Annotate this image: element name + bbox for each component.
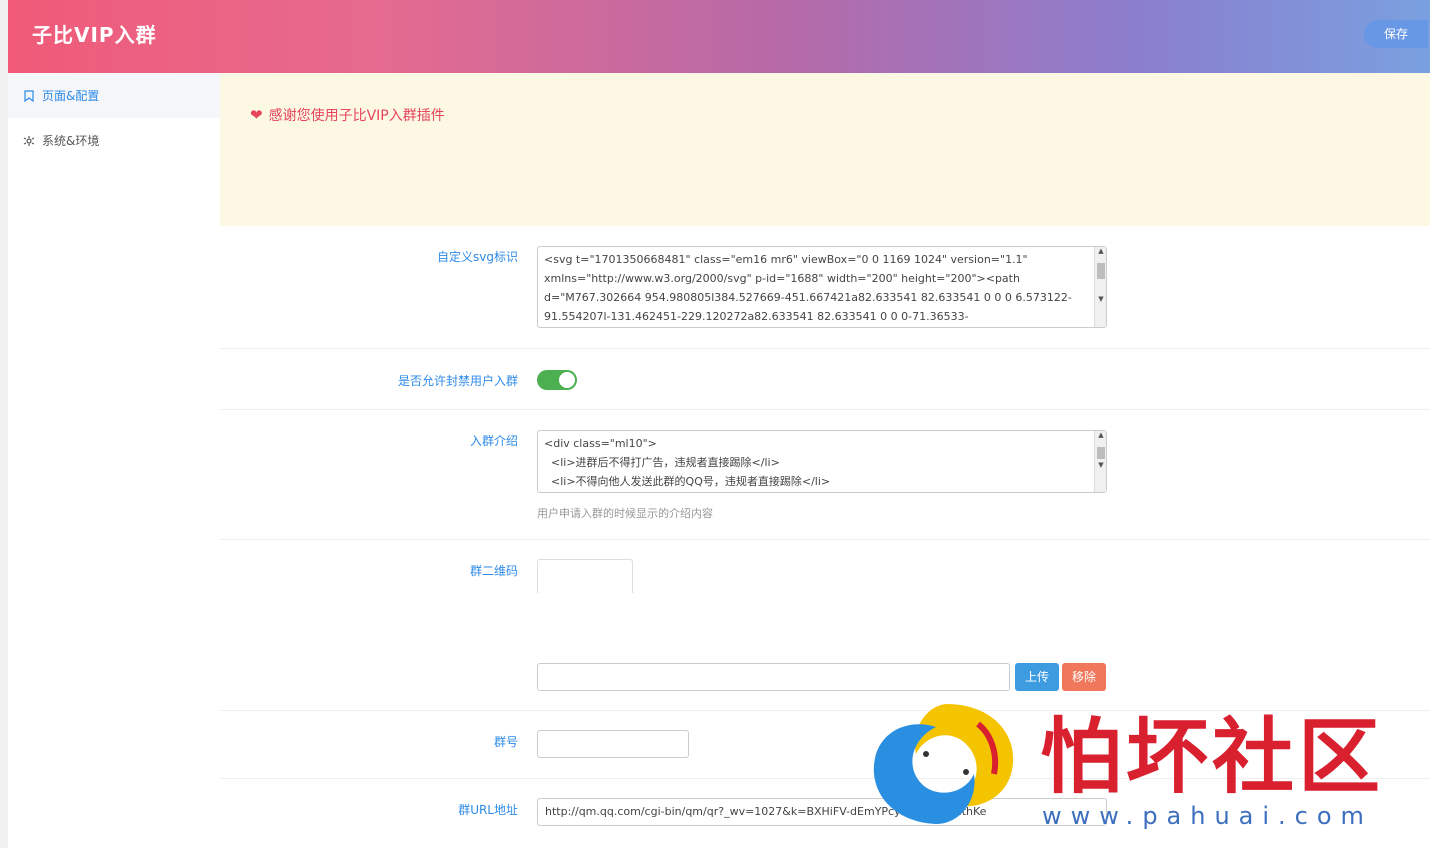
- form-row-intro: 入群介绍 <div class="ml10"> <li>进群后不得打广告，违规者…: [220, 410, 1430, 540]
- remove-button[interactable]: 移除: [1062, 663, 1106, 691]
- scroll-up-icon[interactable]: ▲: [1095, 247, 1107, 255]
- ban-label: 是否允许封禁用户入群: [397, 374, 518, 388]
- intro-label: 入群介绍: [469, 434, 518, 448]
- svg-textarea[interactable]: <svg t="1701350668481" class="em16 mr6" …: [537, 246, 1107, 328]
- sidebar-item-label: 页面&配置: [42, 89, 100, 103]
- scroll-up-icon[interactable]: ▲: [1095, 431, 1107, 439]
- form-row-qr: 群二维码 上传 移除: [220, 540, 1430, 711]
- svg-field-wrap: <svg t="1701350668481" class="em16 mr6" …: [537, 246, 1107, 332]
- sidebar-item-page-config[interactable]: 页面&配置: [8, 73, 220, 118]
- form-row-ban: 是否允许封禁用户入群: [220, 349, 1430, 410]
- page: 子比VIP入群 保存 页面&配置 系统&环境 ❤ 感谢您使用子比VIP入群插件: [0, 0, 1430, 848]
- sidebar-item-label: 系统&环境: [42, 134, 100, 148]
- intro-field-wrap: <div class="ml10"> <li>进群后不得打广告，违规者直接踢除<…: [537, 430, 1107, 521]
- scroll-thumb[interactable]: [1097, 263, 1105, 279]
- group-number-label: 群号: [493, 735, 518, 749]
- form-row-group-number: 群号: [220, 711, 1430, 779]
- notice-text: 感谢您使用子比VIP入群插件: [268, 108, 445, 124]
- qr-preview: [537, 559, 633, 593]
- main-content: ❤ 感谢您使用子比VIP入群插件 自定义svg标识 <svg t="170135…: [220, 73, 1430, 848]
- scroll-down-icon[interactable]: ▼: [1095, 461, 1107, 469]
- heart-icon: ❤: [250, 106, 263, 124]
- intro-hint: 用户申请入群的时候显示的介绍内容: [537, 507, 713, 520]
- ban-toggle[interactable]: [537, 370, 577, 390]
- group-url-input[interactable]: http://qm.qq.com/cgi-bin/qm/qr?_wv=1027&…: [537, 798, 1107, 826]
- bookmark-icon: [22, 89, 36, 103]
- svg-label: 自定义svg标识: [437, 250, 518, 264]
- scroll-down-icon[interactable]: ▼: [1095, 295, 1107, 303]
- upload-button[interactable]: 上传: [1015, 663, 1059, 691]
- sidebar-item-system-env[interactable]: 系统&环境: [8, 118, 220, 163]
- notice-message: ❤ 感谢您使用子比VIP入群插件: [250, 105, 445, 125]
- scroll-thumb[interactable]: [1097, 447, 1105, 459]
- form-row-svg: 自定义svg标识 <svg t="1701350668481" class="e…: [220, 226, 1430, 349]
- qr-preview-wrap: [537, 559, 633, 593]
- save-button[interactable]: 保存: [1364, 20, 1428, 48]
- qr-label: 群二维码: [469, 564, 518, 578]
- qr-url-input[interactable]: [537, 663, 1010, 691]
- notice-banner: ❤ 感谢您使用子比VIP入群插件: [220, 73, 1430, 226]
- sidebar: 页面&配置 系统&环境: [8, 73, 220, 848]
- group-number-input[interactable]: [537, 730, 689, 758]
- svg-scrollbar[interactable]: ▲ ▼: [1094, 247, 1106, 327]
- url-label: 群URL地址: [458, 803, 518, 817]
- intro-textarea[interactable]: <div class="ml10"> <li>进群后不得打广告，违规者直接踢除<…: [537, 430, 1107, 493]
- form-row-url: 群URL地址 http://qm.qq.com/cgi-bin/qm/qr?_w…: [220, 779, 1430, 848]
- intro-scrollbar[interactable]: ▲ ▼: [1094, 431, 1106, 492]
- top-header: 子比VIP入群 保存: [8, 0, 1430, 73]
- ban-toggle-wrap: [537, 370, 577, 390]
- settings-icon: [22, 134, 36, 148]
- app-title: 子比VIP入群: [32, 23, 157, 47]
- toggle-knob: [559, 372, 575, 388]
